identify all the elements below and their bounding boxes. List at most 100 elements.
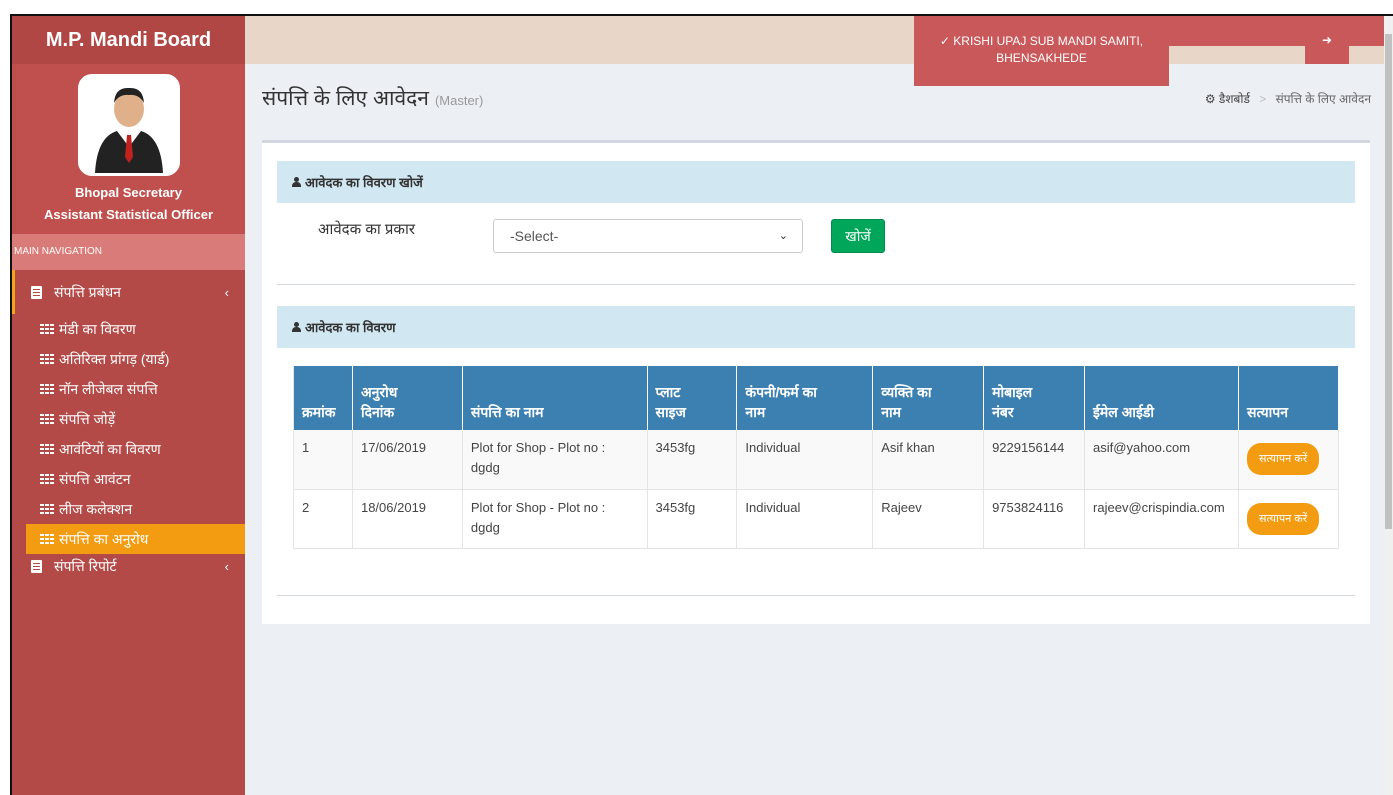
grid-icon	[40, 534, 54, 544]
brand-logo[interactable]: M.P. Mandi Board	[12, 16, 245, 64]
sidebar-item-allottee-details[interactable]: आवंटियों का विवरण	[12, 434, 245, 464]
user-role: Assistant Statistical Officer	[43, 207, 214, 222]
sidebar-item-label: मंडी का विवरण	[59, 320, 136, 337]
breadcrumb: ⚙ डैशबोर्ड > संपत्ति के लिए आवेदन	[1205, 90, 1371, 107]
sidebar-item-label: संपत्ति का अनुरोध	[59, 530, 149, 547]
applicant-type-select[interactable]: -Select- ⌄	[493, 219, 803, 253]
col-email: ईमेल आईडी	[1084, 366, 1240, 430]
sidebar-item-label: नॉन लीजेबल संपत्ति	[59, 380, 158, 397]
user-icon	[292, 177, 301, 187]
cell-person: Rajeev	[872, 489, 985, 549]
sidebar-item-label: संपत्ति प्रबंधन	[54, 283, 121, 300]
applicant-details-panel: आवेदक का विवरण क्रमांक अनुरोध दिनांक संपत…	[277, 306, 1355, 596]
cell-email: rajeev@crispindia.com	[1084, 489, 1240, 549]
cell-firm: Individual	[736, 430, 874, 490]
table-row: 1 17/06/2019 Plot for Shop - Plot no : dg…	[293, 430, 1339, 490]
sidebar-item-mandi-details[interactable]: मंडी का विवरण	[12, 314, 245, 344]
sidebar-item-property-request[interactable]: संपत्ति का अनुरोध	[26, 524, 245, 554]
table-header-row: क्रमांक अनुरोध दिनांक संपत्ति का नाम प्ला…	[293, 366, 1339, 430]
cell-mobile: 9229156144	[983, 430, 1086, 490]
dashboard-icon: ⚙	[1204, 92, 1216, 106]
sidebar-item-label: आवंटियों का विवरण	[59, 440, 161, 457]
search-button[interactable]: खोजें	[831, 219, 885, 253]
col-property-name: संपत्ति का नाम	[462, 366, 648, 430]
logout-button[interactable]: ➜	[1305, 16, 1349, 64]
col-person-name: व्यक्ति का नाम	[872, 366, 985, 430]
avatar	[77, 74, 180, 176]
sidebar-item-label: अतिरिक्त प्रांगड़ (यार्ड)	[59, 350, 170, 367]
main-content: संपत्ति के लिए आवेदन (Master) ⚙ डैशबोर्ड …	[245, 64, 1393, 795]
sidebar-item-lease-collection[interactable]: लीज कलेक्शन	[12, 494, 245, 524]
chevron-left-icon: ‹	[224, 284, 229, 300]
sidebar: M.P. Mandi Board Bhopal Secretary Assist…	[12, 16, 245, 795]
cell-property: Plot for Shop - Plot no : dgdg	[462, 489, 648, 549]
chevron-left-icon: ‹	[224, 558, 229, 574]
verify-button[interactable]: सत्यापन करें	[1247, 502, 1320, 535]
col-firm-name: कंपनी/फर्म का नाम	[736, 366, 874, 430]
search-row: आवेदक का प्रकार -Select- ⌄ खोजें	[277, 203, 1355, 283]
col-verification: सत्यापन	[1238, 366, 1339, 430]
sidebar-submenu: मंडी का विवरण अतिरिक्त प्रांगड़ (यार्ड) …	[12, 314, 245, 554]
sidebar-item-label: संपत्ति रिपोर्ट	[54, 557, 117, 574]
select-value: -Select-	[510, 228, 559, 244]
sign-out-icon: ➜	[1321, 33, 1333, 47]
cell-person: Asif khan	[872, 430, 985, 490]
page-subtitle: (Master)	[434, 93, 484, 108]
col-mobile: मोबाइल नंबर	[983, 366, 1086, 430]
sidebar-item-non-leasable-property[interactable]: नॉन लीजेबल संपत्ति	[12, 374, 245, 404]
cell-plot-size: 3453fg	[647, 489, 738, 549]
cell-action: सत्यापन करें	[1238, 430, 1339, 490]
col-serial: क्रमांक	[293, 366, 353, 430]
details-panel-title: आवेदक का विवरण	[305, 320, 396, 335]
sidebar-item-label: संपत्ति आवंटन	[59, 470, 131, 487]
app-window: M.P. Mandi Board Bhopal Secretary Assist…	[10, 14, 1393, 795]
applicant-type-label: आवेदक का प्रकार	[318, 221, 415, 238]
search-panel: आवेदक का विवरण खोजें आवेदक का प्रकार -Se…	[277, 161, 1355, 285]
top-header: ✓ KRISHI UPAJ SUB MANDI SAMITI, BHENSAKH…	[245, 16, 1393, 86]
sidebar-item-label: लीज कलेक्शन	[59, 500, 133, 517]
main-box: आवेदक का विवरण खोजें आवेदक का प्रकार -Se…	[262, 140, 1370, 624]
col-request-date: अनुरोध दिनांक	[352, 366, 463, 430]
cell-plot-size: 3453fg	[647, 430, 738, 490]
cell-email: asif@yahoo.com	[1084, 430, 1240, 490]
book-icon	[31, 285, 42, 299]
search-panel-header: आवेदक का विवरण खोजें	[277, 161, 1355, 203]
grid-icon	[40, 414, 54, 424]
breadcrumb-home[interactable]: डैशबोर्ड	[1219, 92, 1250, 106]
applicant-table: क्रमांक अनुरोध दिनांक संपत्ति का नाम प्ला…	[293, 366, 1339, 549]
table-row: 2 18/06/2019 Plot for Shop - Plot no : dg…	[293, 489, 1339, 549]
breadcrumb-current: संपत्ति के लिए आवेदन	[1275, 92, 1371, 106]
sidebar-item-property-allotment[interactable]: संपत्ति आवंटन	[12, 464, 245, 494]
mandi-name: KRISHI UPAJ SUB MANDI SAMITI,	[953, 34, 1144, 48]
cell-serial: 2	[293, 489, 353, 549]
top-right-bar	[1169, 16, 1393, 46]
verify-button[interactable]: सत्यापन करें	[1247, 443, 1320, 475]
cell-property: Plot for Shop - Plot no : dgdg	[462, 430, 648, 490]
grid-icon	[40, 354, 54, 364]
nav-header: MAIN NAVIGATION	[12, 234, 245, 270]
mandi-selector[interactable]: ✓ KRISHI UPAJ SUB MANDI SAMITI, BHENSAKH…	[914, 16, 1169, 86]
search-panel-title: आवेदक का विवरण खोजें	[305, 175, 423, 190]
grid-icon	[40, 444, 54, 454]
sidebar-item-additional-yard[interactable]: अतिरिक्त प्रांगड़ (यार्ड)	[12, 344, 245, 374]
page-title-text: संपत्ति के लिए आवेदन	[262, 87, 429, 110]
user-panel: Bhopal Secretary Assistant Statistical O…	[12, 64, 245, 234]
sidebar-item-property-report[interactable]: संपत्ति रिपोर्ट ‹	[12, 554, 245, 578]
user-avatar-icon	[80, 77, 177, 173]
cell-serial: 1	[293, 430, 353, 490]
sidebar-item-label: संपत्ति जोड़ें	[59, 410, 116, 427]
page-scrollbar[interactable]	[1384, 16, 1393, 795]
page-title: संपत्ति के लिए आवेदन (Master)	[262, 84, 483, 112]
map-marker-icon: ✓	[939, 34, 950, 48]
user-icon	[292, 322, 301, 332]
cell-mobile: 9753824116	[983, 489, 1086, 549]
cell-action: सत्यापन करें	[1238, 489, 1339, 549]
breadcrumb-separator: >	[1259, 92, 1267, 106]
col-plot-size: प्लाट साइज	[647, 366, 738, 430]
grid-icon	[40, 384, 54, 394]
details-panel-header: आवेदक का विवरण	[277, 306, 1355, 348]
scrollbar-thumb[interactable]	[1385, 34, 1392, 529]
sidebar-item-add-property[interactable]: संपत्ति जोड़ें	[12, 404, 245, 434]
user-name: Bhopal Secretary	[75, 185, 182, 200]
sidebar-item-property-management[interactable]: संपत्ति प्रबंधन ‹	[12, 270, 245, 314]
